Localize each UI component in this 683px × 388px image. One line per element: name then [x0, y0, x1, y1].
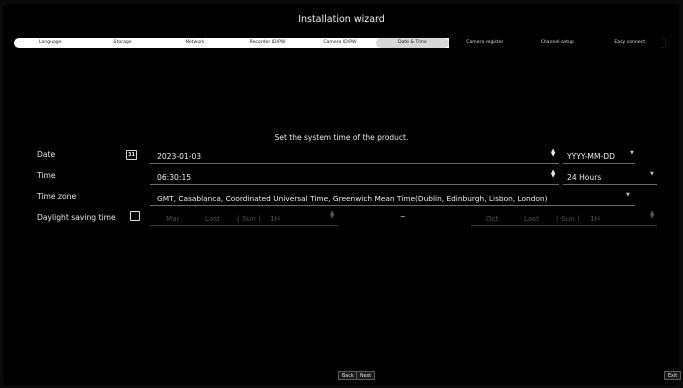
time-input[interactable]: 06:30:15	[157, 173, 191, 182]
date-spinner-icon[interactable]: ▲ ▼	[551, 148, 555, 158]
date-format-select[interactable]: YYYY-MM-DD	[567, 152, 615, 161]
timezone-label: Time zone	[37, 192, 77, 201]
calendar-icon[interactable]: 31	[126, 150, 137, 160]
time-label: Time	[37, 171, 56, 180]
dst-end-spinner-icon[interactable]: ▲ ▼	[650, 210, 654, 220]
dst-range-separator: ~	[400, 213, 406, 221]
timezone-select[interactable]: GMT, Casablanca, Coordinated Universal T…	[157, 194, 548, 203]
wizard-step-bar: Language Storage Network Recorder ID/PW …	[14, 38, 666, 48]
date-input[interactable]: 2023-01-03	[157, 152, 201, 161]
time-format-dropdown-icon[interactable]: ▼	[650, 171, 654, 177]
dst-end-hour[interactable]: 1H	[590, 214, 600, 223]
time-format-underline	[563, 184, 657, 185]
step-date-time[interactable]: Date & Time	[376, 38, 449, 48]
back-button[interactable]: Back	[338, 371, 358, 380]
dst-start-spinner-icon[interactable]: ▲ ▼	[330, 210, 334, 220]
time-input-underline	[150, 184, 559, 185]
date-format-underline	[563, 163, 635, 164]
time-spinner-icon[interactable]: ▲ ▼	[551, 169, 555, 179]
dst-end-month[interactable]: Oct	[486, 214, 498, 223]
step-camera-id-pw[interactable]: Camera ID/PW	[304, 38, 376, 48]
dst-start-underline	[150, 225, 338, 226]
step-recorder-id-pw[interactable]: Recorder ID/PW	[231, 38, 303, 48]
step-channel-setup[interactable]: Channel setup	[521, 38, 594, 48]
dst-end-underline	[471, 225, 657, 226]
window-title: Installation wizard	[298, 14, 385, 25]
time-format-select[interactable]: 24 Hours	[567, 173, 601, 182]
page-subtitle: Set the system time of the product.	[274, 133, 409, 142]
step-easy-connect[interactable]: Easy connect	[593, 38, 666, 48]
timezone-dropdown-icon[interactable]: ▼	[626, 192, 630, 198]
dst-start-week[interactable]: Last	[205, 214, 220, 223]
step-network[interactable]: Network	[159, 38, 231, 48]
date-input-underline	[150, 163, 559, 164]
dst-end-week[interactable]: Last	[524, 214, 539, 223]
next-button[interactable]: Next	[356, 371, 376, 380]
dst-start-month[interactable]: Mar	[166, 214, 180, 223]
dst-end-day[interactable]: ( Sun )	[556, 214, 580, 223]
dst-label: Daylight saving time	[37, 213, 116, 222]
dst-checkbox[interactable]	[130, 211, 140, 221]
step-language[interactable]: Language	[14, 38, 86, 48]
step-storage[interactable]: Storage	[86, 38, 158, 48]
dst-start-day[interactable]: ( Sun )	[237, 214, 261, 223]
date-label: Date	[37, 150, 56, 159]
dst-start-hour[interactable]: 1H	[270, 214, 280, 223]
timezone-underline	[150, 205, 635, 206]
step-camera-register[interactable]: Camera register	[448, 38, 522, 48]
date-format-dropdown-icon[interactable]: ▼	[630, 150, 634, 156]
exit-button[interactable]: Exit	[664, 371, 682, 380]
